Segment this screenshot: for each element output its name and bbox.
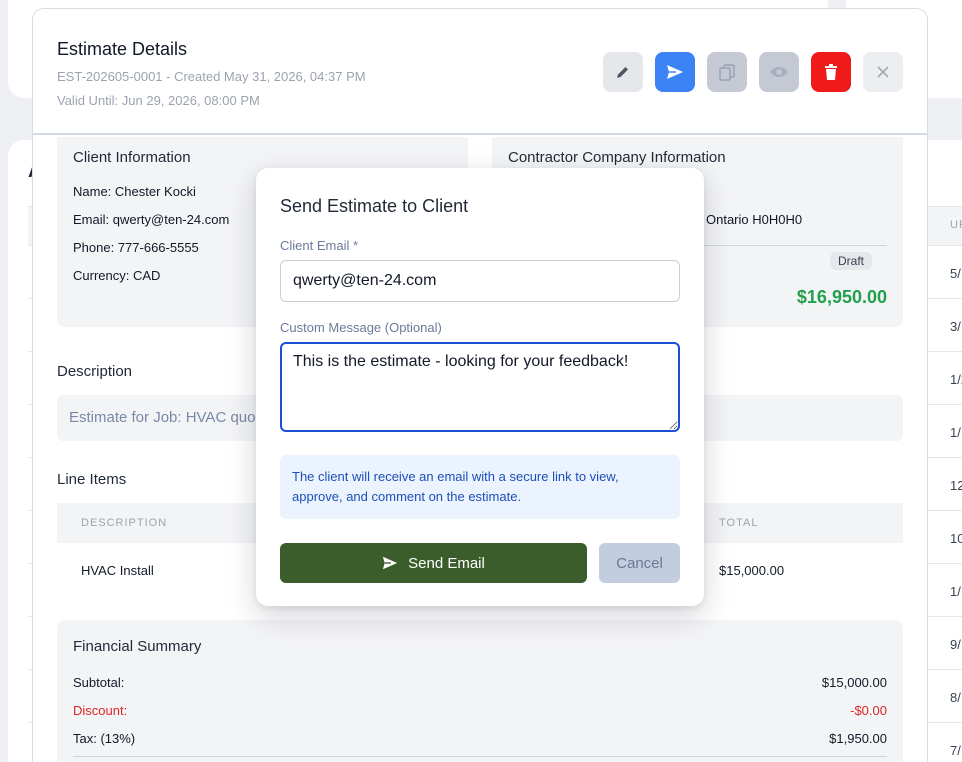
client-name: Chester Kocki [114, 184, 196, 199]
send-button[interactable] [655, 52, 695, 92]
background-row-date: 8/ [950, 690, 961, 705]
modal-header: Estimate Details EST-202605-0001 - Creat… [33, 9, 927, 135]
pencil-icon [617, 67, 628, 78]
column-description: DESCRIPTION [81, 517, 168, 529]
trash-icon [825, 64, 837, 80]
line-item-description: HVAC Install [81, 563, 154, 578]
dialog-title: Send Estimate to Client [280, 196, 469, 216]
client-currency-row: Currency: CAD [73, 268, 160, 283]
financial-summary-panel: Financial Summary Subtotal: $15,000.00 D… [57, 620, 903, 762]
send-icon [383, 556, 398, 570]
client-currency: CAD [132, 268, 161, 283]
client-email-label: Client Email * [280, 238, 359, 253]
subtotal-value: $15,000.00 [821, 675, 887, 690]
financial-summary-title: Financial Summary [73, 638, 202, 655]
discount-label: Discount: [73, 703, 128, 718]
custom-message-field[interactable]: This is the estimate - looking for your … [280, 342, 680, 432]
tax-value: $1,950.00 [829, 731, 887, 746]
eye-icon [770, 67, 788, 77]
estimate-valid-until: Valid Until: Jun 29, 2026, 08:00 PM [57, 93, 260, 108]
estimate-meta: EST-202605-0001 - Created May 31, 2026, … [57, 69, 366, 84]
send-icon [667, 65, 683, 79]
copy-icon [719, 64, 735, 81]
background-row-date: 7/ [950, 743, 961, 758]
status-badge: Draft [830, 252, 873, 270]
discount-row: Discount: -$0.00 [73, 703, 887, 718]
client-email-row: Email: qwerty@ten-24.com [73, 212, 229, 227]
description-label: Description [57, 363, 133, 380]
delete-button[interactable] [811, 52, 851, 92]
background-row-date: 9/ [950, 637, 961, 652]
background-row-date: 12 [950, 478, 962, 493]
tax-row: Tax: (13%) $1,950.00 [73, 731, 887, 746]
cancel-button[interactable]: Cancel [599, 543, 680, 583]
send-email-button[interactable]: Send Email [280, 543, 587, 583]
client-name-label: Name: [73, 184, 112, 199]
background-row-date: 5/ [950, 266, 961, 281]
send-email-label: Send Email [408, 554, 485, 572]
send-estimate-dialog: Send Estimate to Client Client Email * C… [256, 168, 704, 606]
estimate-total: $16,950.00 [796, 287, 887, 307]
client-info-title: Client Information [73, 149, 191, 166]
close-button[interactable] [863, 52, 903, 92]
financial-divider [73, 756, 887, 757]
tax-label: Tax: (13%) [73, 731, 136, 746]
background-row-date: 1/2 [950, 372, 962, 387]
background-row-date: 1/1 [950, 425, 962, 440]
client-email-label: Email: [73, 212, 110, 227]
background-row-date: 3/ [950, 319, 961, 334]
client-phone-label: Phone: [73, 240, 115, 255]
line-item-total: $15,000.00 [719, 563, 785, 578]
discount-value: -$0.00 [850, 703, 887, 718]
client-name-row: Name: Chester Kocki [73, 184, 196, 199]
background-column-header: UP [950, 219, 962, 231]
client-currency-label: Currency: [73, 268, 130, 283]
client-email-field[interactable] [280, 260, 680, 302]
modal-title: Estimate Details [57, 39, 188, 59]
custom-message-label: Custom Message (Optional) [280, 320, 442, 335]
client-phone-row: Phone: 777-666-5555 [73, 240, 199, 255]
subtotal-row: Subtotal: $15,000.00 [73, 675, 887, 690]
column-total: TOTAL [719, 517, 759, 529]
info-note: The client will receive an email with a … [280, 455, 680, 519]
close-icon [877, 66, 889, 78]
subtotal-label: Subtotal: [73, 675, 125, 690]
view-button[interactable] [759, 52, 799, 92]
contractor-info-title: Contractor Company Information [508, 149, 726, 166]
copy-button[interactable] [707, 52, 747, 92]
client-phone: 777-666-5555 [117, 240, 199, 255]
description-text: Estimate for Job: HVAC quo [69, 409, 256, 426]
background-row-date: 10 [950, 531, 962, 546]
client-email: qwerty@ten-24.com [112, 212, 230, 227]
background-row-date: 1/1 [950, 584, 962, 599]
contractor-address: Ontario H0H0H0 [706, 212, 803, 227]
line-items-label: Line Items [57, 471, 127, 488]
edit-button[interactable] [603, 52, 643, 92]
